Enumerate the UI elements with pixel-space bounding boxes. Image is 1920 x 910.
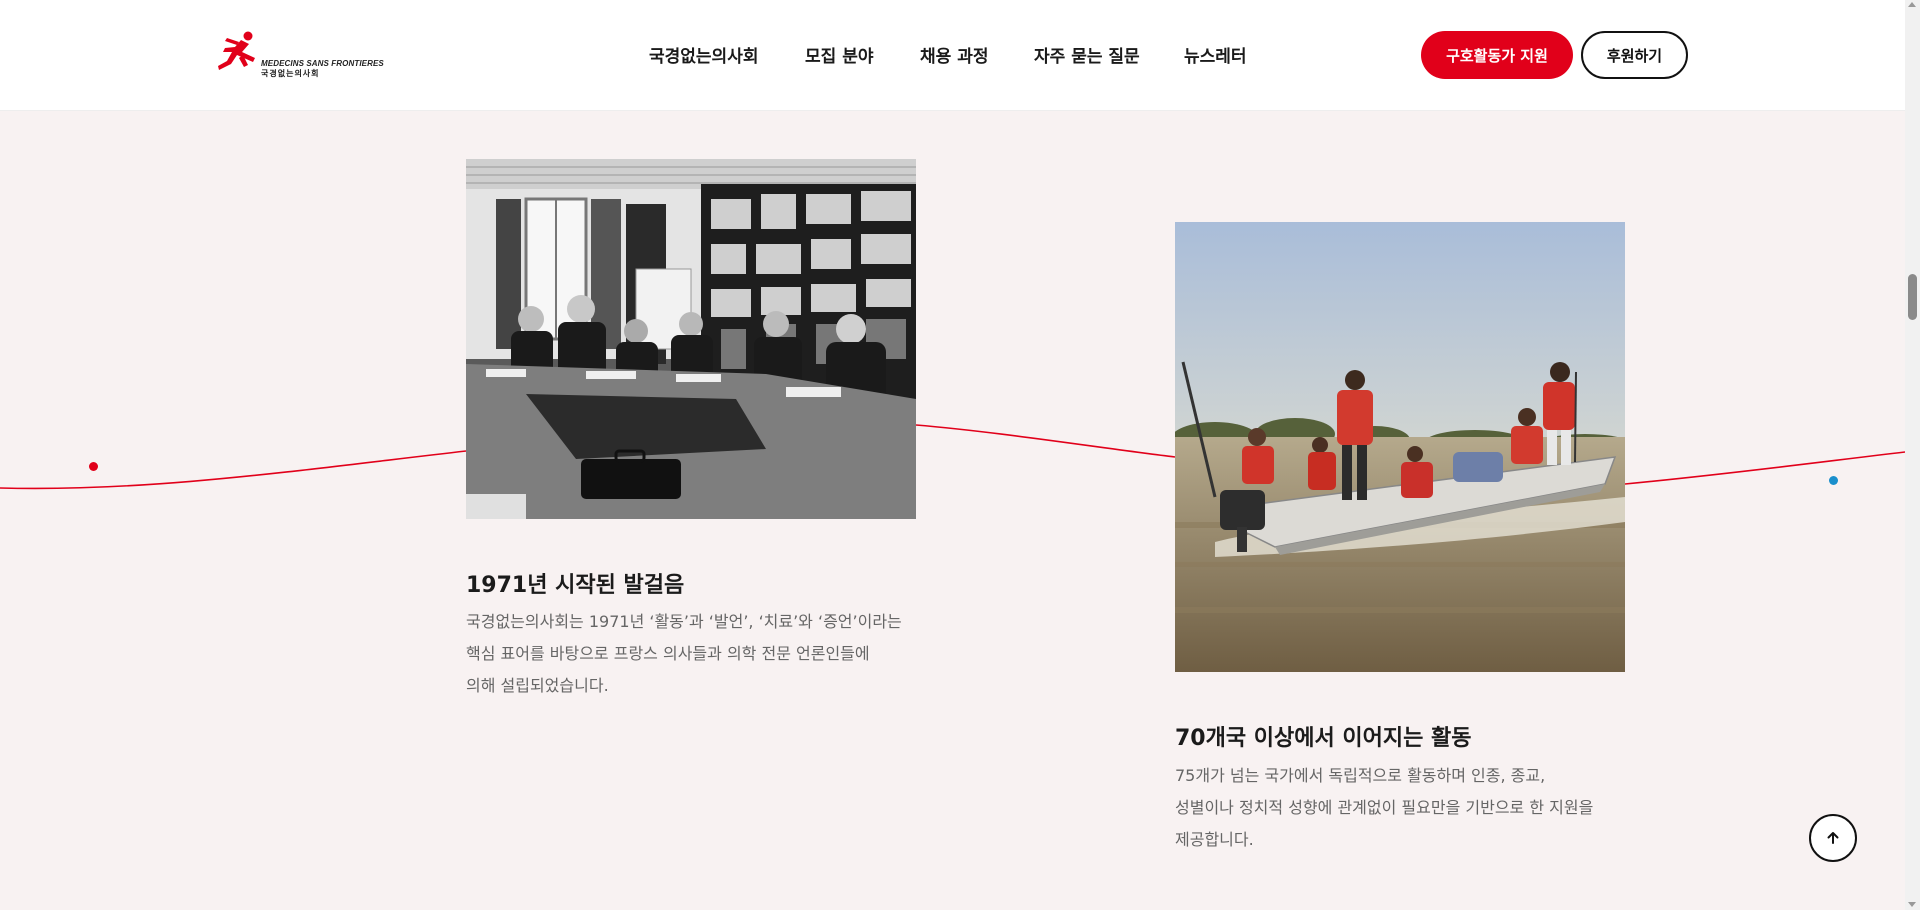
scroll-up-arrow-icon[interactable] (1908, 2, 1916, 7)
card-desc-line: 성별이나 정치적 성향에 관계없이 필요만을 기반으로 한 지원을 (1175, 798, 1594, 817)
nav-item-newsletter[interactable]: 뉴스레터 (1184, 42, 1247, 67)
arrow-up-icon (1827, 832, 1839, 844)
site-header: MEDECINS SANS FRONTIERES 국경없는의사회 국경없는의사회… (0, 0, 1905, 110)
card-desc-founding: 국경없는의사회는 1971년 ‘활동’과 ‘발언’, ‘치료’와 ‘증언’이라는… (466, 606, 916, 702)
page-scrollbar[interactable] (1905, 0, 1920, 910)
card-desc-line: 국경없는의사회는 1971년 ‘활동’과 ‘발언’, ‘치료’와 ‘증언’이라는 (466, 612, 902, 631)
card-desc-global-activity: 75개가 넘는 국가에서 독립적으로 활동하며 인종, 종교, 성별이나 정치적… (1175, 760, 1625, 856)
nav-item-faq[interactable]: 자주 묻는 질문 (1034, 42, 1140, 67)
msf-running-man-icon (218, 31, 255, 70)
logo-text-ko: 국경없는의사회 (261, 69, 320, 78)
logo-text-en: MEDECINS SANS FRONTIERES (261, 59, 384, 68)
card-desc-line: 핵심 표어를 바탕으로 프랑스 의사들과 의학 전문 언론인들에 (466, 644, 870, 663)
card-desc-line: 의해 설립되었습니다. (466, 676, 609, 695)
card-desc-line: 제공합니다. (1175, 830, 1254, 849)
timeline-dot-blue (1829, 476, 1838, 485)
scroll-top-button[interactable] (1809, 814, 1857, 862)
nav-item-hiring-process[interactable]: 채용 과정 (920, 42, 988, 67)
boat-photo (1175, 222, 1625, 672)
nav-item-recruit-fields[interactable]: 모집 분야 (805, 42, 873, 67)
meeting-photo (466, 159, 916, 519)
donate-button[interactable]: 후원하기 (1581, 31, 1688, 79)
scroll-down-arrow-icon[interactable] (1908, 902, 1916, 907)
apply-fieldworker-button[interactable]: 구호활동가 지원 (1421, 31, 1573, 79)
timeline-dot-red (89, 462, 98, 471)
card-title-global-activity: 70개국 이상에서 이어지는 활동 (1175, 726, 1472, 751)
scrollbar-thumb[interactable] (1908, 274, 1917, 320)
card-desc-line: 75개가 넘는 국가에서 독립적으로 활동하며 인종, 종교, (1175, 766, 1546, 785)
nav-item-about[interactable]: 국경없는의사회 (649, 42, 758, 67)
msf-logo[interactable]: MEDECINS SANS FRONTIERES 국경없는의사회 (217, 30, 384, 82)
card-title-founding: 1971년 시작된 발걸음 (466, 573, 685, 598)
